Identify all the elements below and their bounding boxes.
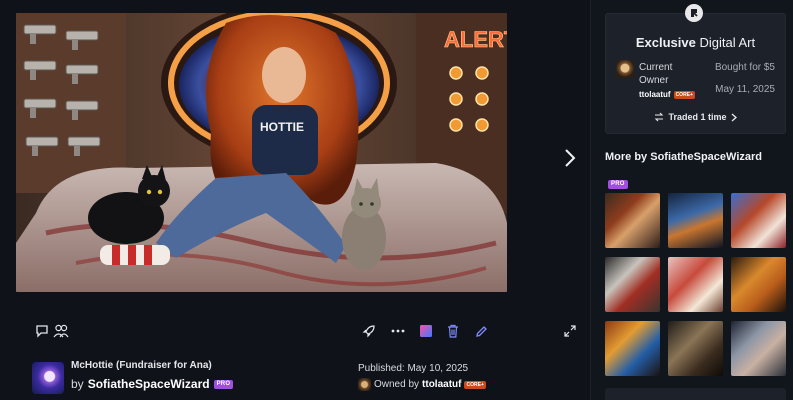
current-owner: ttolaatuf CORE+ [639, 90, 695, 99]
shirt-text: HOTTIE [260, 120, 304, 134]
card-title-bold: Exclusive [635, 35, 696, 50]
artwork-thumbnail[interactable] [605, 193, 660, 248]
creator-avatar[interactable] [32, 362, 64, 394]
artwork-thumbnail[interactable] [668, 257, 723, 312]
artwork-thumbnail[interactable] [668, 321, 723, 376]
more-by-title[interactable]: More by SofiatheSpaceWizard [605, 151, 762, 163]
core-plus-badge: CORE+ [673, 90, 695, 99]
bought-date: May 11, 2025 [715, 84, 775, 95]
chevron-right-icon [731, 113, 737, 121]
action-bar [0, 318, 590, 344]
bought-price: Bought for $5 [714, 62, 775, 73]
artwork-thumbnail[interactable] [605, 257, 660, 312]
pencil-icon[interactable] [472, 322, 490, 340]
artwork-thumbnail[interactable] [605, 321, 660, 376]
artwork-thumbnail[interactable] [731, 257, 786, 312]
current-owner-label: Current Owner [639, 62, 673, 86]
current-owner-avatar[interactable] [616, 60, 634, 78]
traded-label: Traded 1 time [668, 112, 727, 122]
current-owner-name[interactable]: ttolaatuf [639, 90, 671, 99]
expand-icon[interactable] [561, 322, 579, 340]
owner-avatar[interactable] [358, 378, 371, 391]
comment-icon[interactable] [33, 322, 51, 340]
creator-name-link[interactable]: SofiatheSpaceWizard [88, 377, 210, 391]
side-panel: Exclusive Digital Art Current Owner ttol… [590, 0, 793, 400]
more-icon[interactable] [389, 322, 407, 340]
pro-badge: PRO [608, 180, 628, 189]
core-plus-badge: CORE+ [464, 380, 486, 389]
people-icon[interactable] [52, 322, 70, 340]
art-viewer: ALERT HOTTIE [0, 0, 590, 400]
more-by-pro-badge: PRO [608, 172, 628, 190]
rocket-icon[interactable] [360, 322, 378, 340]
card-title: Exclusive Digital Art [606, 35, 785, 50]
next-section-card [605, 388, 786, 400]
trash-icon[interactable] [444, 322, 462, 340]
ownership-card: Exclusive Digital Art Current Owner ttol… [605, 13, 786, 134]
byline: by SofiatheSpaceWizard PRO [71, 377, 234, 391]
trade-icon [655, 112, 664, 122]
by-prefix: by [71, 377, 84, 391]
owned-by: Owned by ttolaatuf CORE+ [358, 378, 486, 391]
platform-logo-icon [685, 4, 703, 22]
card-title-rest: Digital Art [699, 35, 756, 50]
next-artwork-button[interactable] [560, 146, 580, 170]
artwork-thumbnail[interactable] [731, 321, 786, 376]
artwork-image[interactable]: ALERT HOTTIE [16, 13, 507, 292]
color-swatch-icon[interactable] [417, 322, 435, 340]
chevron-right-icon [565, 149, 576, 167]
more-artworks-grid [605, 193, 786, 376]
alert-sign-text: ALERT [444, 27, 507, 52]
artwork-thumbnail[interactable] [668, 193, 723, 248]
owner-name-link[interactable]: ttolaatuf [422, 379, 461, 390]
published-date: Published: May 10, 2025 [358, 363, 469, 374]
traded-link[interactable]: Traded 1 time [606, 112, 785, 122]
artwork-thumbnail[interactable] [731, 193, 786, 248]
artwork-meta: McHottie (Fundraiser for Ana) by Sofiath… [0, 356, 590, 400]
owned-prefix: Owned by [374, 379, 420, 390]
pro-badge: PRO [213, 379, 234, 389]
artwork-title: McHottie (Fundraiser for Ana) [71, 360, 212, 371]
